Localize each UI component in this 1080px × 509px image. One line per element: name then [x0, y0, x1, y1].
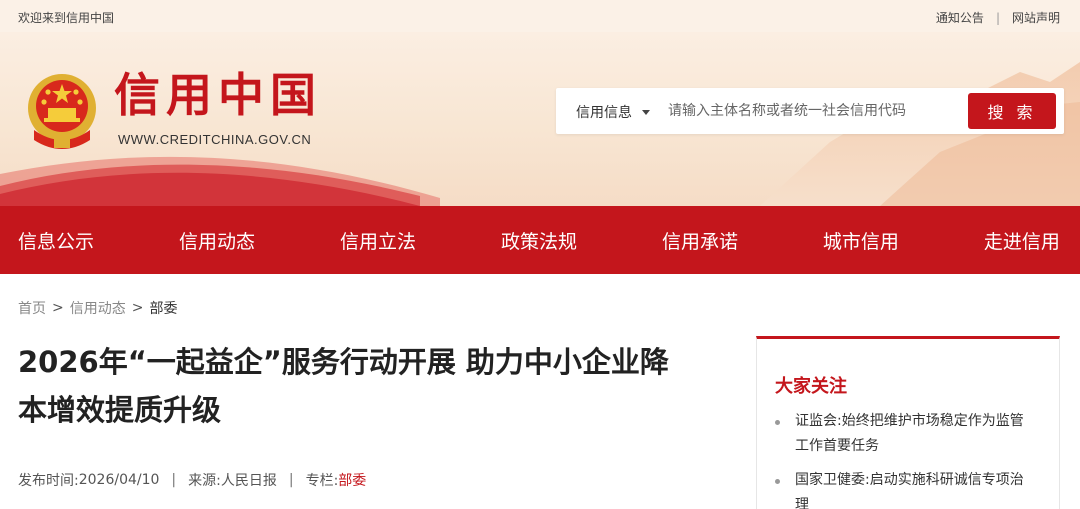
header-banner: 信用中国 WWW.CREDITCHINA.GOV.CN 信用信息 搜 索 — [0, 32, 1080, 206]
meta-separator: | — [171, 472, 177, 488]
site-url-text: WWW.CREDITCHINA.GOV.CN — [118, 132, 312, 147]
popular-list: 证监会:始终把维护市场稳定作为监管 工作首要任务 国家卫健委:启动实施科研诚信专… — [775, 409, 1045, 509]
top-links: 通知公告 | 网站声明 — [936, 9, 1060, 26]
nav-item-city-credit[interactable]: 城市信用 — [823, 227, 899, 254]
source-value: 人民日报 — [220, 473, 277, 489]
nav-item-info-public[interactable]: 信息公示 — [18, 227, 94, 254]
publish-date: 2026/04/10 — [78, 472, 160, 488]
article-title-line2: 本增效提质升级 — [18, 393, 222, 427]
article-title: 2026年“一起益企”服务行动开展 助力中小企业降 本增效提质升级 — [18, 338, 718, 434]
list-item[interactable]: 国家卫健委:启动实施科研诚信专项治 理 — [775, 468, 1045, 509]
search-box: 信用信息 搜 索 — [556, 88, 1064, 134]
list-item[interactable]: 证监会:始终把维护市场稳定作为监管 工作首要任务 — [775, 409, 1045, 459]
article-meta: 发布时间: 2026/04/10 | 来源: 人民日报 | 专栏: 部委 — [18, 470, 366, 490]
notice-link[interactable]: 通知公告 — [936, 9, 984, 26]
nav-item-credit-news[interactable]: 信用动态 — [179, 227, 255, 254]
column-label: 专栏: — [305, 473, 339, 489]
list-item-text: 国家卫健委:启动实施科研诚信专项治 — [795, 472, 1024, 488]
nav-item-policies[interactable]: 政策法规 — [501, 227, 577, 254]
site-logo-text[interactable]: 信用中国 — [114, 72, 322, 118]
breadcrumb: 首页 > 信用动态 > 部委 — [18, 298, 177, 318]
breadcrumb-credit-news[interactable]: 信用动态 — [70, 298, 126, 318]
main-nav: 信息公示 信用动态 信用立法 政策法规 信用承诺 城市信用 走进信用 — [0, 206, 1080, 274]
list-item-text: 证监会:始终把维护市场稳定作为监管 — [795, 413, 1024, 429]
nav-item-credit-legislation[interactable]: 信用立法 — [340, 227, 416, 254]
meta-separator: | — [288, 472, 294, 488]
article-title-line1: 2026年“一起益企”服务行动开展 助力中小企业降 — [18, 345, 669, 379]
search-type-dropdown[interactable]: 信用信息 — [576, 102, 650, 122]
nav-item-about-credit[interactable]: 走进信用 — [984, 227, 1060, 254]
list-item-text: 理 — [795, 497, 809, 509]
breadcrumb-home[interactable]: 首页 — [18, 298, 46, 318]
nav-item-credit-commitment[interactable]: 信用承诺 — [662, 227, 738, 254]
search-type-label: 信用信息 — [576, 105, 632, 121]
top-bar: 欢迎来到信用中国 通知公告 | 网站声明 — [0, 0, 1080, 32]
national-emblem-icon — [28, 74, 96, 149]
breadcrumb-separator: > — [52, 300, 64, 316]
breadcrumb-separator: > — [131, 300, 144, 316]
red-ribbon-decoration — [0, 156, 440, 206]
sidebar-title: 大家关注 — [775, 376, 847, 397]
popular-sidebar: 大家关注 证监会:始终把维护市场稳定作为监管 工作首要任务 国家卫健委:启动实施… — [756, 336, 1060, 509]
site-statement-link[interactable]: 网站声明 — [1012, 9, 1060, 26]
bullet-icon — [775, 479, 780, 484]
caret-down-icon — [642, 109, 650, 115]
welcome-text: 欢迎来到信用中国 — [18, 11, 115, 25]
search-button[interactable]: 搜 索 — [968, 93, 1056, 129]
date-label: 发布时间: — [18, 473, 79, 489]
breadcrumb-current: 部委 — [149, 301, 178, 317]
list-item-text: 工作首要任务 — [795, 438, 879, 454]
column-link[interactable]: 部委 — [338, 470, 366, 490]
bullet-icon — [775, 420, 780, 425]
search-input[interactable] — [668, 96, 948, 126]
source-label: 来源: — [188, 473, 221, 489]
top-link-separator: | — [995, 10, 1000, 25]
